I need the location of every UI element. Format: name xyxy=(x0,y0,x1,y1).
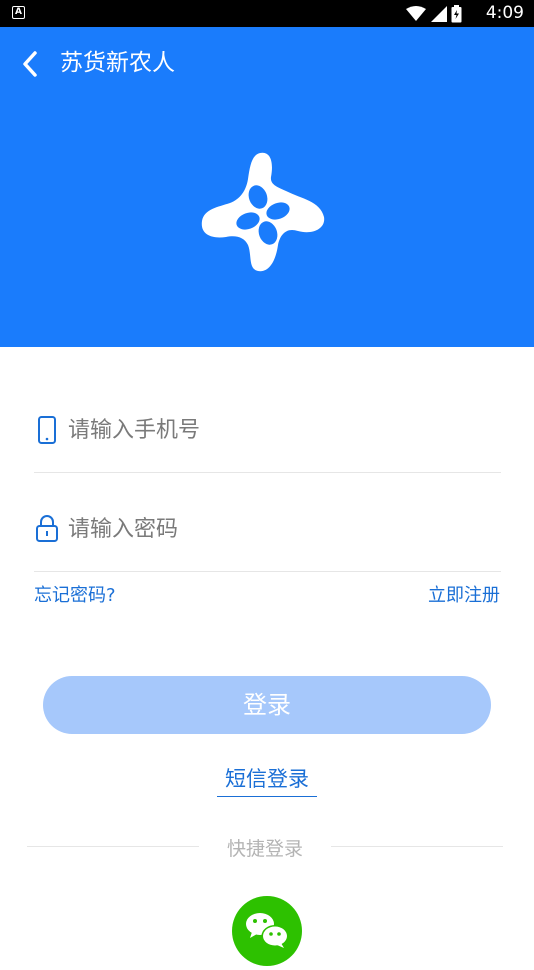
forgot-password-link[interactable]: 忘记密码? xyxy=(34,584,116,608)
notification-icon: A xyxy=(12,6,25,19)
divider-right xyxy=(331,846,503,847)
register-link[interactable]: 立即注册 xyxy=(428,584,500,608)
clock: 4:09 xyxy=(485,3,524,23)
password-input[interactable] xyxy=(68,512,488,546)
divider-left xyxy=(27,846,199,847)
phone-field xyxy=(34,372,501,473)
password-field xyxy=(34,471,501,572)
header-banner: 苏货新农人 xyxy=(0,27,534,347)
battery-icon xyxy=(451,4,462,22)
sms-login-link[interactable]: 短信登录 xyxy=(217,762,317,797)
quick-login-label: 快捷登录 xyxy=(226,838,303,860)
wifi-icon xyxy=(406,5,426,21)
page-title: 苏货新农人 xyxy=(60,50,175,76)
signal-icon xyxy=(431,5,447,22)
lock-icon xyxy=(36,515,58,542)
app-logo-icon xyxy=(201,152,325,272)
back-arrow-icon[interactable] xyxy=(18,49,44,79)
status-bar: A 4:09 xyxy=(0,0,534,27)
wechat-login-button[interactable] xyxy=(232,896,302,966)
login-button[interactable]: 登录 xyxy=(43,676,491,734)
phone-input[interactable] xyxy=(68,413,488,447)
status-icons xyxy=(405,4,462,22)
phone-icon xyxy=(38,416,56,444)
wechat-icon xyxy=(246,913,289,948)
